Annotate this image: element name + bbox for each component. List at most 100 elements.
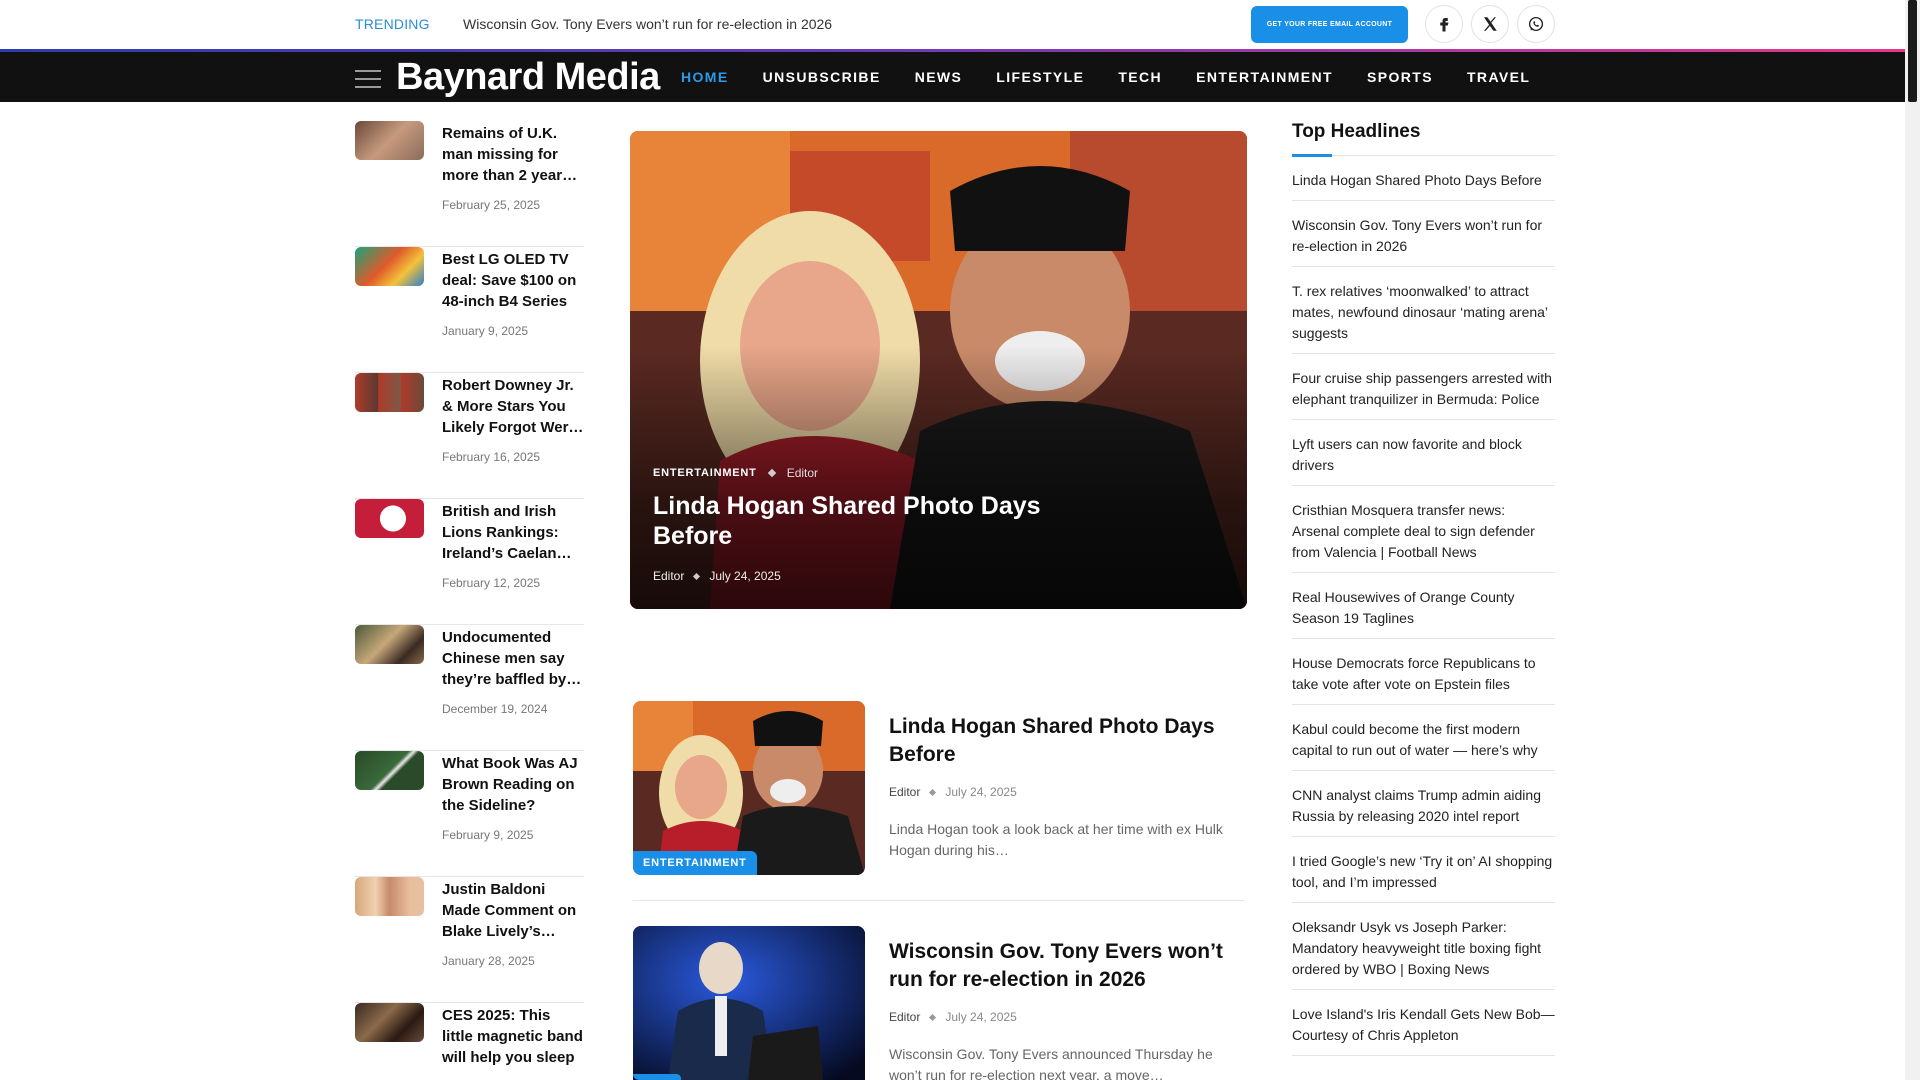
article-card[interactable]: Wisconsin Gov. Tony Evers won’t run for … — [633, 926, 1244, 1080]
headline-link[interactable]: House Democrats force Republicans to tak… — [1292, 639, 1555, 705]
hero-meta: ENTERTAINMENT Editor — [653, 466, 818, 480]
nav-item-sports[interactable]: SPORTS — [1367, 69, 1433, 85]
menu-icon[interactable] — [355, 70, 381, 88]
article-title[interactable]: Best LG OLED TV deal: Save $100 on 48-in… — [442, 249, 584, 312]
facebook-icon[interactable] — [1425, 5, 1463, 43]
sidebar-heading: Top Headlines — [1292, 121, 1421, 142]
list-item[interactable]: Remains of U.K. man missing for more tha… — [355, 121, 584, 247]
article-date: July 24, 2025 — [945, 785, 1017, 799]
list-item[interactable]: British and Irish Lions Rankings: Irelan… — [355, 499, 584, 625]
article-image — [633, 701, 865, 875]
category-badge[interactable]: ENTERTAINMENT — [633, 851, 757, 875]
article-thumbnail[interactable] — [355, 247, 424, 286]
article-thumbnail[interactable] — [355, 625, 424, 664]
article-thumbnail[interactable] — [355, 751, 424, 790]
list-item[interactable]: CES 2025: This little magnetic band will… — [355, 1003, 584, 1080]
hero-date: July 24, 2025 — [709, 569, 781, 583]
article-image — [633, 926, 865, 1080]
article-title[interactable]: Linda Hogan Shared Photo Days Before — [889, 713, 1239, 769]
headline-link[interactable]: Oleksandr Usyk vs Joseph Parker: Mandato… — [1292, 903, 1555, 990]
article-date: July 24, 2025 — [945, 1010, 1017, 1024]
whatsapp-icon[interactable] — [1517, 5, 1555, 43]
article-title[interactable]: CES 2025: This little magnetic band will… — [442, 1005, 584, 1068]
headline-link[interactable]: Wisconsin Gov. Tony Evers won’t run for … — [1292, 201, 1555, 267]
page-scrollbar[interactable] — [1905, 0, 1920, 1080]
article-title[interactable]: Robert Downey Jr. & More Stars You Likel… — [442, 375, 584, 438]
article-thumbnail[interactable] — [633, 926, 865, 1080]
headline-link[interactable]: Linda Hogan Shared Photo Days Before — [1292, 156, 1555, 201]
article-thumbnail[interactable] — [355, 1003, 424, 1042]
trending-headline-link[interactable]: Wisconsin Gov. Tony Evers won’t run for … — [463, 16, 832, 32]
article-date: January 9, 2025 — [442, 324, 529, 338]
headline-link[interactable]: Cristhian Mosquera transfer news: Arsena… — [1292, 486, 1555, 573]
nav-item-travel[interactable]: TRAVEL — [1467, 69, 1530, 85]
article-author[interactable]: Editor — [889, 785, 920, 799]
nav-menu: HOME UNSUBSCRIBE NEWS LIFESTYLE TECH ENT… — [681, 52, 1564, 102]
headline-link[interactable]: T. rex relatives ‘moonwalked’ to attract… — [1292, 267, 1555, 354]
article-title[interactable]: Wisconsin Gov. Tony Evers won’t run for … — [889, 938, 1239, 994]
article-title[interactable]: Remains of U.K. man missing for more tha… — [442, 123, 584, 186]
article-excerpt: Wisconsin Gov. Tony Evers announced Thur… — [889, 1046, 1213, 1080]
headline-link[interactable]: Love Island's Iris Kendall Gets New Bob—… — [1292, 990, 1555, 1056]
divider — [633, 900, 1244, 901]
list-item[interactable]: What Book Was AJ Brown Reading on the Si… — [355, 751, 584, 877]
site-logo[interactable]: Baynard Media — [396, 56, 660, 99]
article-byline: Editor July 24, 2025 — [889, 1010, 1017, 1024]
article-excerpt: Linda Hogan took a look back at her time… — [889, 821, 1223, 858]
list-item[interactable]: Undocumented Chinese men say they’re baf… — [355, 625, 584, 751]
article-thumbnail[interactable] — [355, 499, 424, 538]
top-headlines-sidebar: Top Headlines Linda Hogan Shared Photo D… — [1292, 121, 1555, 1056]
heading-underline — [1292, 154, 1555, 157]
article-date: February 12, 2025 — [442, 576, 541, 590]
article-date: February 25, 2025 — [442, 198, 541, 212]
article-byline: Editor July 24, 2025 — [889, 785, 1017, 799]
article-thumbnail[interactable]: ENTERTAINMENT — [633, 701, 865, 875]
nav-item-tech[interactable]: TECH — [1118, 69, 1162, 85]
article-thumbnail[interactable] — [355, 373, 424, 412]
article-thumbnail[interactable] — [355, 877, 424, 916]
list-item[interactable]: Best LG OLED TV deal: Save $100 on 48-in… — [355, 247, 584, 373]
category-badge[interactable] — [633, 1074, 681, 1080]
hero-category[interactable]: ENTERTAINMENT — [653, 467, 757, 479]
main-navbar: Baynard Media HOME UNSUBSCRIBE NEWS LIFE… — [0, 52, 1920, 102]
separator-icon — [693, 572, 701, 580]
article-title[interactable]: What Book Was AJ Brown Reading on the Si… — [442, 753, 584, 816]
nav-item-entertainment[interactable]: ENTERTAINMENT — [1196, 69, 1333, 85]
article-title[interactable]: Undocumented Chinese men say they’re baf… — [442, 627, 584, 690]
article-date: February 16, 2025 — [442, 450, 541, 464]
scrollbar-thumb[interactable] — [1908, 0, 1917, 102]
hero-author-top[interactable]: Editor — [787, 466, 818, 480]
trending-label: TRENDING — [355, 16, 430, 32]
separator-icon — [929, 1013, 937, 1021]
article-date: January 28, 2025 — [442, 954, 535, 968]
separator-icon — [767, 468, 776, 478]
list-item[interactable]: Robert Downey Jr. & More Stars You Likel… — [355, 373, 584, 499]
article-thumbnail[interactable] — [355, 121, 424, 160]
nav-item-lifestyle[interactable]: LIFESTYLE — [996, 69, 1084, 85]
left-article-list: Remains of U.K. man missing for more tha… — [355, 121, 584, 1080]
hero-title[interactable]: Linda Hogan Shared Photo Days Before — [653, 491, 1103, 551]
article-date: December 19, 2024 — [442, 702, 548, 716]
headline-link[interactable]: Kabul could become the first modern capi… — [1292, 705, 1555, 771]
headline-link[interactable]: I tried Google’s new ‘Try it on’ AI shop… — [1292, 837, 1555, 903]
headline-link[interactable]: Four cruise ship passengers arrested wit… — [1292, 354, 1555, 420]
x-icon[interactable] — [1471, 5, 1509, 43]
article-card[interactable]: ENTERTAINMENT Linda Hogan Shared Photo D… — [633, 701, 1244, 877]
nav-item-news[interactable]: NEWS — [915, 69, 963, 85]
featured-article[interactable]: ENTERTAINMENT Editor Linda Hogan Shared … — [630, 131, 1247, 609]
list-item[interactable]: Justin Baldoni Made Comment on Blake Liv… — [355, 877, 584, 1003]
headline-link[interactable]: Real Housewives of Orange County Season … — [1292, 573, 1555, 639]
nav-item-unsubscribe[interactable]: UNSUBSCRIBE — [763, 69, 881, 85]
article-title[interactable]: British and Irish Lions Rankings: Irelan… — [442, 501, 584, 564]
free-email-button[interactable]: GET YOUR FREE EMAIL ACCOUNT — [1251, 6, 1408, 43]
hero-author[interactable]: Editor — [653, 569, 684, 583]
headline-link[interactable]: CNN analyst claims Trump admin aiding Ru… — [1292, 771, 1555, 837]
hero-byline: Editor July 24, 2025 — [653, 569, 781, 583]
headline-link[interactable]: Lyft users can now favorite and block dr… — [1292, 420, 1555, 486]
article-author[interactable]: Editor — [889, 1010, 920, 1024]
nav-item-home[interactable]: HOME — [681, 69, 729, 85]
article-title[interactable]: Justin Baldoni Made Comment on Blake Liv… — [442, 879, 584, 942]
article-date: February 9, 2025 — [442, 828, 534, 842]
separator-icon — [929, 788, 937, 796]
top-bar: TRENDING Wisconsin Gov. Tony Evers won’t… — [0, 0, 1920, 49]
